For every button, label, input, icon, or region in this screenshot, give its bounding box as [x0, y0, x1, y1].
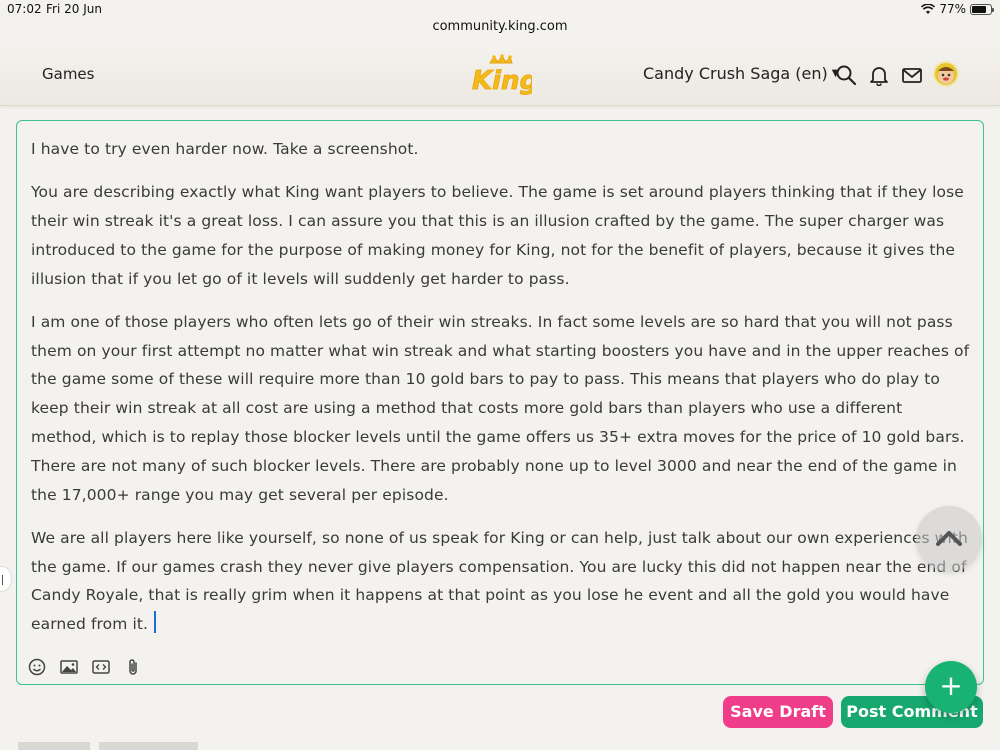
url-bar[interactable]: community.king.com — [0, 17, 1000, 39]
logo-wordmark: King — [472, 66, 532, 96]
avatar[interactable] — [933, 61, 959, 87]
battery-icon — [970, 3, 994, 15]
battery-fill — [972, 5, 986, 13]
text-cursor — [154, 611, 157, 634]
editor-toolbar — [27, 657, 143, 677]
king-logo[interactable]: King — [468, 53, 532, 97]
bell-icon[interactable] — [868, 64, 890, 86]
game-selector[interactable]: Candy Crush Saga (en) ▼ — [643, 64, 839, 83]
status-time: 07:02 — [7, 2, 42, 16]
editor-paragraph-last: We are all players here like yourself, s… — [31, 524, 971, 639]
attachment-icon[interactable] — [123, 657, 143, 677]
battery-percent: 77% — [939, 2, 966, 16]
code-icon[interactable] — [91, 657, 111, 677]
status-date: Fri 20 Jun — [46, 2, 102, 16]
emoji-icon[interactable] — [27, 657, 47, 677]
mail-icon[interactable] — [901, 64, 923, 86]
comment-editor[interactable]: I have to try even harder now. Take a sc… — [16, 120, 984, 685]
site-header: Games King Candy Crush Saga (en) ▼ — [0, 40, 1000, 106]
next-section-peek — [18, 742, 198, 750]
add-fab-button[interactable]: + — [925, 661, 977, 713]
side-drawer-handle[interactable] — [0, 566, 12, 592]
image-icon[interactable] — [59, 657, 79, 677]
chevron-up-icon — [936, 531, 962, 546]
editor-paragraph: We are all players here like yourself, s… — [31, 528, 968, 634]
avatar-face-icon — [938, 67, 954, 84]
url-text: community.king.com — [432, 19, 568, 34]
save-draft-button[interactable]: Save Draft — [723, 696, 833, 728]
wifi-icon — [921, 3, 936, 14]
status-right: 77% — [921, 2, 994, 16]
editor-paragraph: I have to try even harder now. Take a sc… — [31, 140, 419, 158]
editor-content[interactable]: I have to try even harder now. Take a sc… — [31, 135, 971, 653]
editor-paragraph: You are describing exactly what King wan… — [31, 183, 964, 288]
editor-paragraph: I am one of those players who often lets… — [31, 312, 970, 504]
game-selector-label: Candy Crush Saga (en) — [643, 64, 828, 83]
scroll-to-top-button[interactable] — [916, 506, 982, 572]
nav-games-link[interactable]: Games — [42, 65, 94, 83]
search-icon[interactable] — [835, 64, 857, 86]
